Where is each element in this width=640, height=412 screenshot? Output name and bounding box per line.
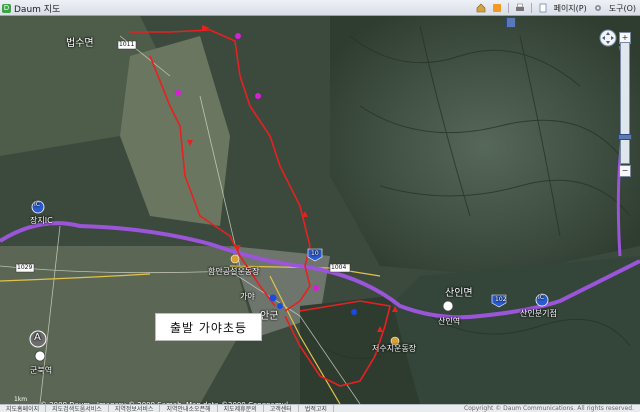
label-sanin: 산인면 bbox=[445, 288, 473, 299]
print-icon[interactable] bbox=[515, 3, 525, 13]
zoom-slider-handle[interactable] bbox=[618, 134, 632, 140]
tab-title: Daum 지도 bbox=[14, 4, 61, 15]
tools-menu[interactable]: 도구(O) bbox=[609, 3, 636, 14]
page-menu[interactable]: 페이지(P) bbox=[554, 3, 587, 14]
mountain-area bbox=[330, 16, 640, 276]
daum-favicon-icon: D bbox=[2, 3, 11, 13]
ic-left-label: IC bbox=[34, 201, 40, 208]
label-beopsu: 법수면 bbox=[66, 38, 94, 49]
label-sanin-station: 산인역 bbox=[438, 317, 461, 326]
label-reservoir: 저수지운동장 bbox=[372, 344, 417, 353]
label-sanin-junction: 산인분기점 bbox=[520, 309, 557, 318]
map-canvas[interactable] bbox=[0, 16, 640, 404]
route-102-label: 102 bbox=[495, 296, 507, 303]
label-gaya: 가야 bbox=[240, 292, 255, 301]
pin-a-label: A bbox=[34, 332, 41, 343]
feeds-icon[interactable] bbox=[492, 3, 502, 13]
map-type-toggle[interactable] bbox=[506, 17, 516, 28]
zoom-out-button[interactable]: − bbox=[619, 165, 631, 177]
route-1011-label: 1011 bbox=[119, 41, 135, 48]
route-1004-label: 1004 bbox=[331, 264, 347, 271]
gear-icon bbox=[594, 5, 601, 11]
label-haman-gun: 안군 bbox=[260, 311, 279, 322]
zoom-slider[interactable] bbox=[620, 42, 630, 164]
mountain-area bbox=[380, 256, 640, 404]
page-icon bbox=[539, 3, 546, 13]
ic-right-label: IC bbox=[538, 294, 544, 301]
label-jangji-ic: 장지IC bbox=[30, 216, 53, 225]
start-point-label: 출발 가야초등 bbox=[155, 313, 262, 341]
pan-control-icon[interactable] bbox=[599, 29, 617, 47]
label-haman-sports: 함안공설운동장 bbox=[208, 267, 260, 276]
separator bbox=[507, 3, 509, 13]
command-bar: 페이지(P) 도구(O) bbox=[476, 0, 636, 16]
route-10-label: 10 bbox=[311, 250, 319, 257]
separator bbox=[530, 3, 532, 13]
browser-toolbar: D Daum 지도 페이지(P) 도구(O) bbox=[0, 0, 640, 16]
home-icon[interactable] bbox=[476, 3, 486, 13]
route-1029-label: 1029 bbox=[17, 264, 33, 271]
label-gunbuk: 군북역 bbox=[30, 366, 53, 375]
satellite-map[interactable]: 법수면 1011 IC 장지IC 1029 함안공설운동장 가야 안군 1004… bbox=[0, 16, 640, 409]
map-scale: 1km bbox=[14, 396, 28, 403]
browser-tab[interactable]: D Daum 지도 bbox=[0, 0, 66, 16]
